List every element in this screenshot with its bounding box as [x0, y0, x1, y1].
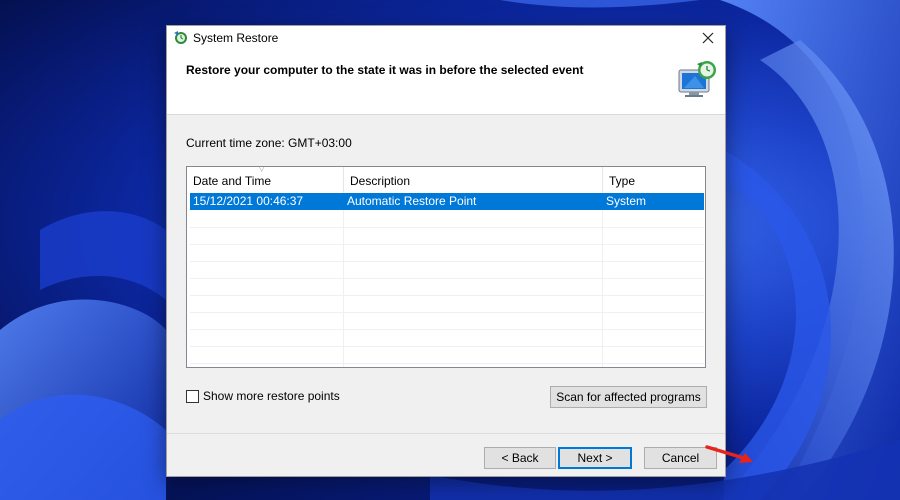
dialog-title: System Restore: [193, 31, 279, 45]
empty-row: [190, 312, 704, 330]
footer-separator: [167, 433, 725, 434]
empty-row: [190, 261, 704, 279]
empty-row: [190, 227, 704, 245]
timezone-label: Current time zone: GMT+03:00: [186, 136, 352, 150]
system-restore-icon: [174, 31, 187, 44]
next-button[interactable]: Next >: [558, 447, 632, 469]
table-header: ▽ Date and Time Description Type: [187, 167, 705, 192]
restore-points-table[interactable]: ▽ Date and Time Description Type 15/12/2…: [186, 166, 706, 368]
close-icon: [702, 32, 714, 44]
show-more-restore-points-checkbox[interactable]: Show more restore points: [186, 389, 340, 403]
column-header-description[interactable]: Description: [344, 167, 603, 192]
scan-affected-programs-button[interactable]: Scan for affected programs: [550, 386, 707, 408]
cell-date: 15/12/2021 00:46:37: [193, 194, 304, 208]
empty-row: [190, 244, 704, 262]
empty-row: [190, 295, 704, 313]
sort-chevron-icon: ▽: [259, 166, 265, 173]
checkbox-label: Show more restore points: [203, 389, 340, 403]
cell-description: Automatic Restore Point: [347, 194, 477, 208]
column-header-type[interactable]: Type: [603, 167, 705, 192]
dialog-header: System Restore Restore your computer to …: [167, 26, 725, 115]
column-header-date[interactable]: ▽ Date and Time: [187, 167, 344, 192]
system-restore-dialog: System Restore Restore your computer to …: [166, 25, 753, 477]
empty-row: [190, 346, 704, 364]
cell-type: System: [606, 194, 647, 208]
annotation-arrow-icon: [705, 445, 753, 463]
column-header-date-label: Date and Time: [193, 174, 272, 188]
monitor-restore-icon: [678, 61, 716, 97]
page-heading: Restore your computer to the state it wa…: [186, 63, 584, 77]
empty-row: [190, 329, 704, 347]
column-header-type-label: Type: [609, 174, 636, 188]
close-button[interactable]: [697, 28, 719, 48]
empty-row: [190, 210, 704, 228]
empty-row: [190, 278, 704, 296]
checkbox-box[interactable]: [186, 389, 199, 403]
back-button[interactable]: < Back: [484, 447, 556, 469]
table-row[interactable]: 15/12/2021 00:46:37 Automatic Restore Po…: [190, 193, 704, 210]
column-header-description-label: Description: [350, 174, 411, 188]
